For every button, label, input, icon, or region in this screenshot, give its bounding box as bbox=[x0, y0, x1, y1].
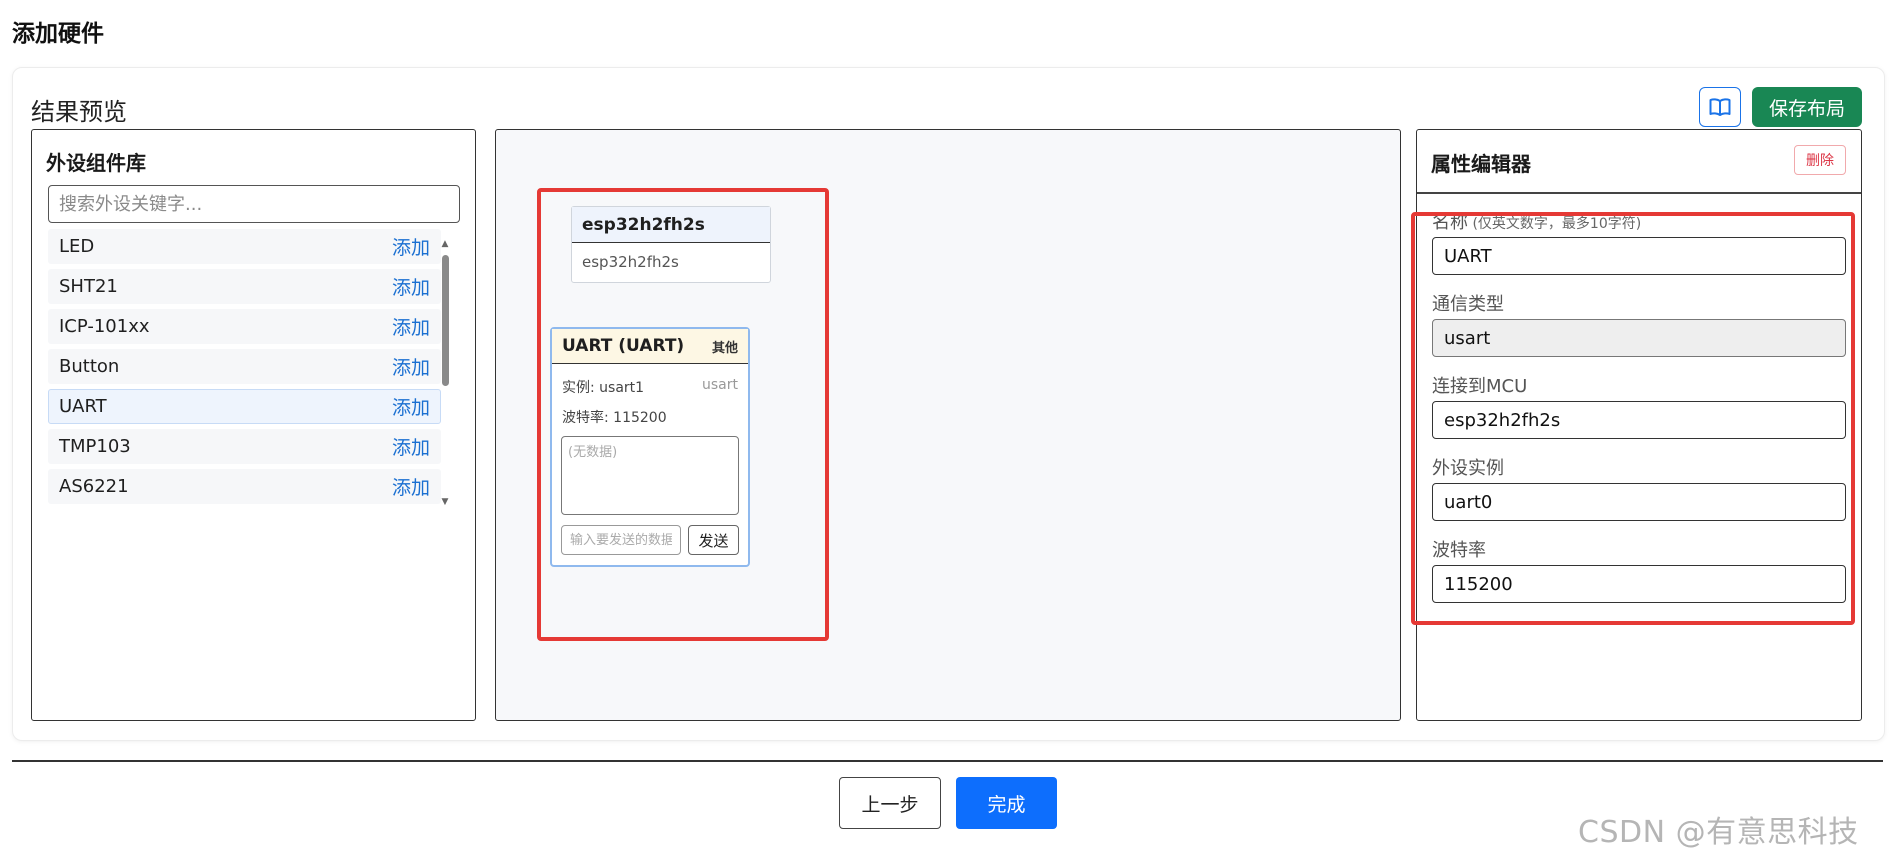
scroll-thumb[interactable] bbox=[442, 255, 449, 386]
page-title: 添加硬件 bbox=[12, 21, 104, 47]
previous-step-button[interactable]: 上一步 bbox=[839, 777, 941, 829]
item-name: SHT21 bbox=[59, 276, 118, 297]
name-label-text: 名称 bbox=[1432, 212, 1468, 233]
instance-field[interactable] bbox=[1432, 483, 1846, 521]
item-name: AS6221 bbox=[59, 476, 129, 497]
comm-type-label: 通信类型 bbox=[1432, 294, 1504, 315]
name-hint: (仅英文数字，最多10字符) bbox=[1468, 216, 1642, 232]
instance-label: 外设实例 bbox=[1432, 458, 1504, 479]
item-name: LED bbox=[59, 236, 95, 257]
add-button[interactable]: 添加 bbox=[392, 273, 430, 300]
list-item[interactable]: TMP103 添加 bbox=[48, 429, 441, 464]
name-label: 名称 (仅英文数字，最多10字符) bbox=[1432, 208, 1641, 234]
component-library-panel: 外设组件库 LED 添加 SHT21 添加 ICP-101xx 添加 Butto… bbox=[31, 129, 476, 721]
finish-button[interactable]: 完成 bbox=[956, 777, 1057, 829]
mcu-field[interactable] bbox=[1432, 401, 1846, 439]
received-data-area: (无数据) bbox=[561, 436, 739, 515]
footer-divider bbox=[12, 760, 1883, 762]
add-button[interactable]: 添加 bbox=[392, 393, 430, 420]
mcu-node-body: esp32h2fh2s bbox=[582, 253, 679, 271]
baud-text: 波特率: 115200 bbox=[562, 410, 667, 426]
baud-label: 波特率 bbox=[1432, 540, 1486, 561]
section-title: 结果预览 bbox=[31, 98, 127, 126]
property-editor-panel: 属性编辑器 删除 名称 (仅英文数字，最多10字符) 通信类型 连接到MCU 外… bbox=[1416, 129, 1862, 721]
divider bbox=[1417, 192, 1861, 194]
list-item[interactable]: Button 添加 bbox=[48, 349, 441, 384]
baud-field[interactable] bbox=[1432, 565, 1846, 603]
list-item[interactable]: AS6221 添加 bbox=[48, 469, 441, 504]
add-button[interactable]: 添加 bbox=[392, 433, 430, 460]
list-scrollbar[interactable]: ▲ ▼ bbox=[440, 239, 450, 507]
save-layout-button[interactable]: 保存布局 bbox=[1752, 87, 1862, 127]
mcu-node[interactable]: esp32h2fh2s esp32h2fh2s bbox=[571, 206, 771, 283]
name-field[interactable] bbox=[1432, 237, 1846, 275]
delete-button[interactable]: 删除 bbox=[1794, 145, 1846, 175]
item-name: Button bbox=[59, 356, 120, 377]
item-name: TMP103 bbox=[59, 436, 131, 457]
watermark: CSDN @有意思科技 bbox=[1578, 815, 1859, 850]
list-item[interactable]: ICP-101xx 添加 bbox=[48, 309, 441, 344]
comm-type-field bbox=[1432, 319, 1846, 357]
list-item-selected[interactable]: UART 添加 bbox=[48, 389, 441, 424]
uart-node[interactable]: UART (UART) 其他 实例: usart1 usart 波特率: 115… bbox=[550, 327, 750, 567]
scroll-down-icon[interactable]: ▼ bbox=[440, 497, 450, 507]
scroll-up-icon[interactable]: ▲ bbox=[440, 239, 450, 249]
property-editor-title: 属性编辑器 bbox=[1431, 152, 1531, 176]
mcu-node-title: esp32h2fh2s bbox=[572, 207, 770, 243]
uart-node-title: UART (UART) bbox=[562, 336, 685, 356]
instance-type-text: usart bbox=[702, 377, 738, 393]
send-button[interactable]: 发送 bbox=[688, 525, 739, 555]
send-input[interactable] bbox=[561, 525, 681, 555]
add-button[interactable]: 添加 bbox=[392, 473, 430, 500]
book-open-icon bbox=[1709, 98, 1731, 116]
add-button[interactable]: 添加 bbox=[392, 313, 430, 340]
mcu-label: 连接到MCU bbox=[1432, 376, 1528, 397]
library-title: 外设组件库 bbox=[46, 151, 146, 175]
list-item[interactable]: SHT21 添加 bbox=[48, 269, 441, 304]
category-badge: 其他 bbox=[711, 340, 738, 356]
add-button[interactable]: 添加 bbox=[392, 233, 430, 260]
item-name: ICP-101xx bbox=[59, 316, 150, 337]
instance-text: 实例: usart1 bbox=[562, 380, 645, 396]
search-input[interactable] bbox=[48, 185, 460, 223]
list-item[interactable]: LED 添加 bbox=[48, 229, 441, 264]
add-button[interactable]: 添加 bbox=[392, 353, 430, 380]
uart-node-header: UART (UART) 其他 bbox=[552, 329, 748, 364]
docs-button[interactable] bbox=[1699, 87, 1741, 127]
component-list: LED 添加 SHT21 添加 ICP-101xx 添加 Button 添加 U… bbox=[48, 229, 441, 509]
item-name: UART bbox=[59, 396, 107, 417]
